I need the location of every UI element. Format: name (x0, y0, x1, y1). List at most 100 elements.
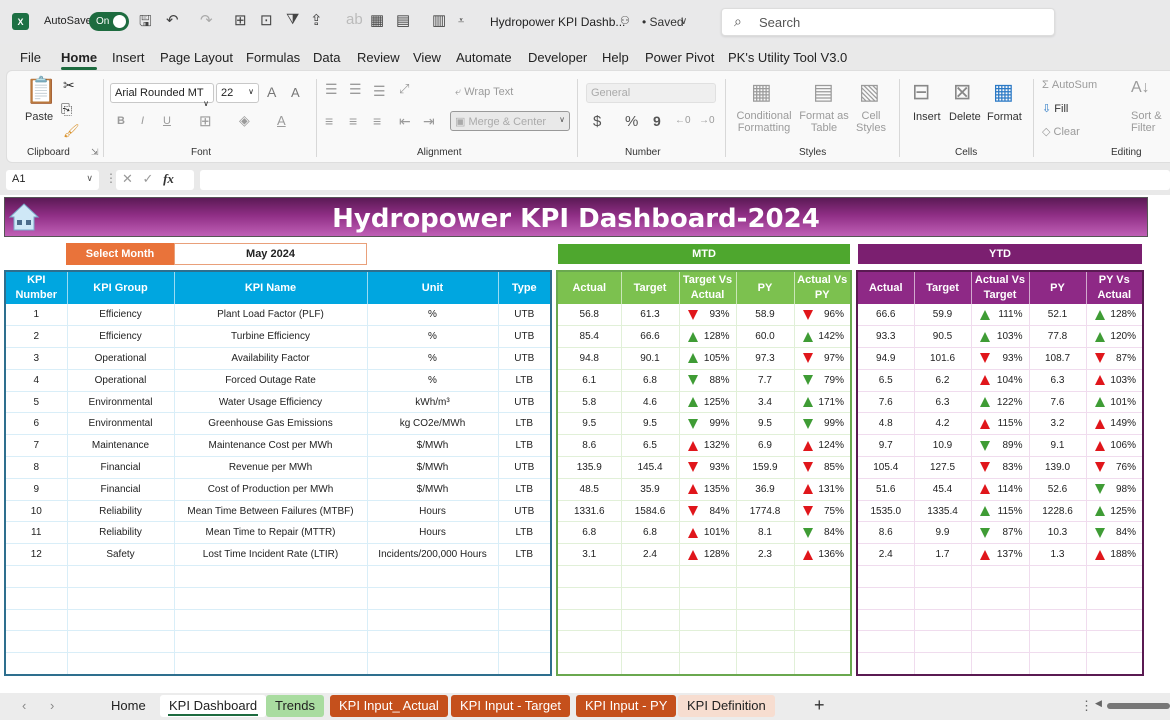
tab-developer[interactable]: Developer (528, 50, 587, 65)
tab-view[interactable]: View (413, 50, 441, 65)
scroll-left-icon[interactable]: ◀ (1095, 698, 1102, 709)
align-center-icon[interactable]: ≡ (349, 113, 357, 129)
font-name-dropdown[interactable]: Arial Rounded MT ∨ (110, 83, 214, 108)
search-box[interactable]: ⌕ Search (721, 8, 1055, 36)
decrease-decimal-icon[interactable]: →0 (699, 115, 715, 126)
borders-icon[interactable]: ⊞ (199, 112, 212, 130)
calc-sheet-icon[interactable]: ▥ (432, 11, 446, 29)
scroll-thumb[interactable] (1107, 703, 1170, 709)
comma-style-button[interactable]: 9 (653, 113, 661, 129)
sheet-tab[interactable]: KPI Definition (678, 695, 775, 717)
autosave-toggle[interactable]: On (89, 12, 129, 31)
insert-cells-button[interactable]: Insert (913, 111, 941, 123)
align-middle-icon[interactable]: ☰ (349, 81, 362, 98)
number-format-dropdown[interactable]: General (586, 83, 716, 103)
table-icon[interactable]: ▦ (370, 11, 384, 29)
format-painter-icon[interactable]: 🖌 (63, 123, 80, 139)
merge-center-dropdown[interactable]: ▣ Merge & Center ∨ (450, 111, 570, 131)
customize-qat-icon[interactable]: ⩡ (458, 15, 464, 28)
bold-button[interactable]: B (117, 115, 125, 127)
picture-icon[interactable]: ⊡ (260, 11, 273, 29)
tab-automate[interactable]: Automate (456, 50, 512, 65)
calculator-icon[interactable]: ▤ (396, 11, 410, 29)
sheet-tab[interactable]: KPI Input - Target (451, 695, 570, 717)
share-people-icon[interactable]: ⚇ (620, 14, 630, 27)
sheet-tab[interactable]: KPI Dashboard (160, 695, 267, 717)
copy-icon[interactable]: ⎘ (61, 101, 72, 118)
horizontal-scrollbar[interactable]: ◀ (1095, 698, 1170, 711)
share-icon[interactable]: ⇪ (310, 11, 323, 29)
increase-decimal-icon[interactable]: ←0 (675, 115, 691, 126)
sheet-tab[interactable]: KPI Input_ Actual (330, 695, 448, 717)
align-bottom-icon[interactable]: ☰ (373, 83, 386, 100)
tab-help[interactable]: Help (602, 50, 629, 65)
cell-styles-button[interactable]: Cell Styles (851, 110, 891, 134)
tab-data[interactable]: Data (313, 50, 340, 65)
tab-pk-utility[interactable]: PK's Utility Tool V3.0 (728, 50, 847, 65)
filter-icon[interactable]: ⧩ (286, 11, 299, 28)
cut-icon[interactable]: ✂ (63, 77, 75, 94)
sheet-tab[interactable]: KPI Input - PY (576, 695, 677, 717)
name-box[interactable]: A1 ∨ (6, 170, 99, 190)
document-title[interactable]: Hydropower KPI Dashb... (490, 15, 625, 29)
decrease-indent-icon[interactable]: ⇤ (399, 113, 411, 130)
increase-indent-icon[interactable]: ⇥ (423, 113, 435, 130)
add-sheet-button[interactable]: + (814, 695, 825, 716)
autosum-button[interactable]: Σ AutoSum (1042, 79, 1097, 91)
wrap-text-button[interactable]: ⤶ Wrap Text (455, 86, 513, 99)
tab-home[interactable]: Home (61, 50, 98, 70)
align-left-icon[interactable]: ≡ (325, 113, 333, 129)
delete-cells-button[interactable]: Delete (949, 111, 981, 123)
shrink-font-icon[interactable]: A (291, 85, 300, 100)
fill-color-icon[interactable]: ◈ (239, 112, 250, 129)
cancel-icon[interactable]: ✕ (122, 171, 133, 186)
font-color-icon[interactable]: A (277, 113, 286, 128)
enter-icon[interactable]: ✓ (143, 171, 154, 186)
percent-button[interactable]: % (625, 113, 638, 130)
tab-page-layout[interactable]: Page Layout (160, 50, 233, 65)
tab-power-pivot[interactable]: Power Pivot (645, 50, 714, 65)
chevron-down-icon[interactable]: ∨ (680, 16, 687, 27)
grow-font-icon[interactable]: A (267, 84, 276, 100)
tab-insert[interactable]: Insert (112, 50, 145, 65)
insert-function-button[interactable]: fx (163, 171, 174, 186)
conditional-formatting-button[interactable]: Conditional Formatting (735, 110, 793, 134)
tab-review[interactable]: Review (357, 50, 400, 65)
tab-formulas[interactable]: Formulas (246, 50, 300, 65)
align-top-icon[interactable]: ☰ (325, 81, 338, 98)
clipboard-launcher-icon[interactable]: ⇲ (91, 147, 99, 158)
cell-styles-icon[interactable]: ▧ (859, 79, 880, 105)
paste-icon[interactable]: 📋 (25, 75, 57, 106)
format-as-table-icon[interactable]: ▤ (813, 79, 834, 105)
font-size-dropdown[interactable]: 22 ∨ (216, 83, 259, 103)
format-cells-button[interactable]: Format (987, 111, 1022, 123)
formula-input[interactable] (200, 170, 1170, 190)
sheet-tab[interactable]: Trends (266, 695, 324, 717)
next-sheet-icon[interactable]: › (50, 698, 54, 713)
select-month-dropdown[interactable]: May 2024 (174, 243, 367, 265)
redo-icon[interactable]: ↷ (200, 11, 213, 29)
insert-cells-icon[interactable]: ⊟ (912, 79, 930, 105)
saved-status[interactable]: • Saved (642, 15, 684, 29)
format-cells-icon[interactable]: ▦ (993, 79, 1014, 105)
tab-file[interactable]: File (20, 50, 41, 65)
sort-filter-icon[interactable]: A↓ (1131, 79, 1150, 97)
clear-button[interactable]: ◇ Clear (1042, 125, 1080, 138)
currency-button[interactable]: $ (593, 113, 601, 130)
undo-icon[interactable]: ↶ (166, 11, 179, 29)
prev-sheet-icon[interactable]: ‹ (22, 698, 26, 713)
more-options-icon[interactable]: ⋮ (1080, 698, 1093, 714)
align-right-icon[interactable]: ≡ (373, 113, 381, 129)
borders-icon[interactable]: ⊞ (234, 11, 247, 29)
format-as-table-button[interactable]: Format as Table (799, 110, 849, 134)
orientation-icon[interactable]: ⤢ (399, 81, 409, 97)
spelling-icon[interactable]: ab (346, 11, 363, 28)
underline-button[interactable]: U (163, 115, 171, 127)
conditional-formatting-icon[interactable]: ▦ (751, 79, 772, 105)
italic-button[interactable]: I (141, 115, 144, 127)
fill-button[interactable]: ⇩ Fill (1042, 102, 1068, 115)
delete-cells-icon[interactable]: ⊠ (953, 79, 971, 105)
save-icon[interactable]: 🖫 (139, 11, 152, 36)
sort-filter-button[interactable]: Sort & Filter (1131, 110, 1162, 134)
paste-button[interactable]: Paste (25, 111, 53, 123)
